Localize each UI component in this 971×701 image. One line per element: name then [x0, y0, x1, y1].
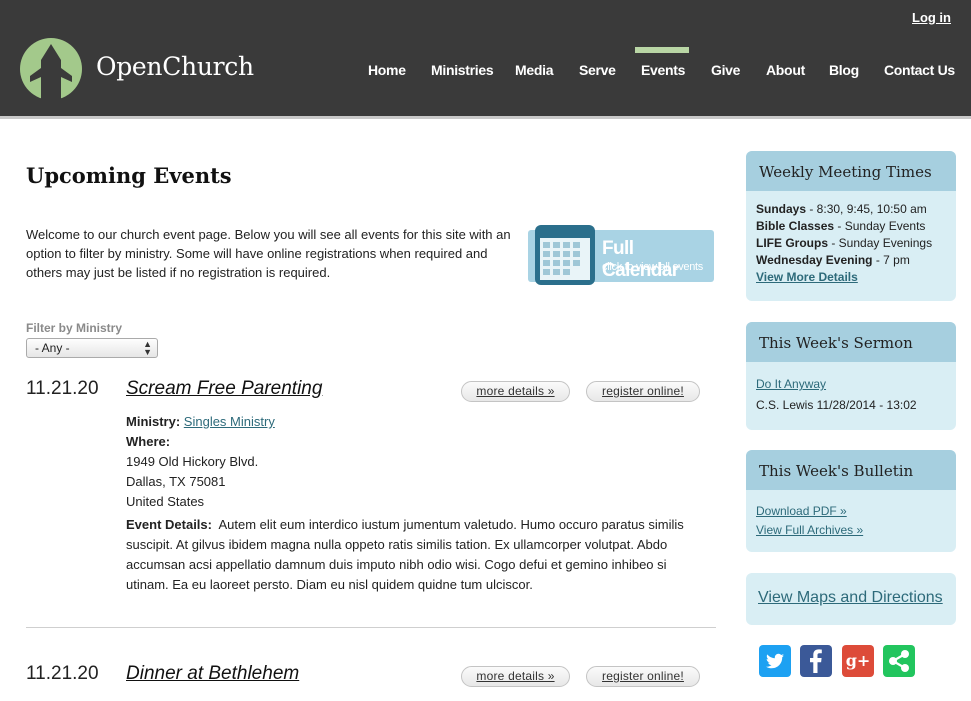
- full-calendar-title: Full Calendar: [602, 238, 679, 281]
- meeting-row: Wednesday Evening - 7 pm: [756, 253, 910, 267]
- ministry-filter-select[interactable]: - Any - ▲ ▼: [26, 338, 158, 358]
- select-arrows-icon: ▲ ▼: [143, 339, 152, 357]
- register-online-button[interactable]: register online!: [586, 381, 700, 402]
- nav-events[interactable]: Events: [641, 62, 685, 78]
- nav-about[interactable]: About: [766, 62, 805, 78]
- header-divider: [0, 116, 971, 119]
- ministry-label: Ministry:: [126, 414, 181, 429]
- share-icon[interactable]: [883, 645, 915, 677]
- page-title: Upcoming Events: [26, 163, 232, 188]
- address-line: Dallas, TX 75081: [126, 474, 226, 489]
- facebook-icon[interactable]: [800, 645, 832, 677]
- sermon-meta: C.S. Lewis 11/28/2014 - 13:02: [756, 398, 917, 412]
- filter-selected-value: - Any -: [35, 341, 70, 355]
- event-divider: [26, 627, 716, 628]
- event-ministry: Ministry: Singles Ministry: [126, 414, 275, 429]
- meeting-row: LIFE Groups - Sunday Evenings: [756, 236, 933, 250]
- google-plus-icon[interactable]: g+: [842, 645, 874, 677]
- more-details-button[interactable]: more details »: [461, 381, 570, 402]
- full-calendar-subtitle: click to view all events: [602, 261, 704, 273]
- maps-box: View Maps and Directions: [746, 573, 956, 625]
- nav-blog[interactable]: Blog: [829, 62, 859, 78]
- sermon-box: This Week's Sermon Do It Anyway C.S. Lew…: [746, 322, 956, 430]
- event-title-link[interactable]: Dinner at Bethlehem: [126, 663, 299, 685]
- nav-media[interactable]: Media: [515, 62, 553, 78]
- calendar-icon: [535, 225, 595, 285]
- view-more-details-link[interactable]: View More Details: [756, 270, 858, 284]
- filter-label: Filter by Ministry: [26, 321, 123, 335]
- nav-give[interactable]: Give: [711, 62, 740, 78]
- event-date: 11.21.20: [26, 663, 99, 684]
- event-details: Event Details: Autem elit eum interdico …: [126, 515, 696, 595]
- meeting-row: Sundays - 8:30, 9:45, 10:50 am: [756, 202, 927, 216]
- intro-text: Welcome to our church event page. Below …: [26, 227, 511, 280]
- address-line: United States: [126, 494, 205, 509]
- sermon-title: This Week's Sermon: [746, 322, 956, 362]
- more-details-button[interactable]: more details »: [461, 666, 570, 687]
- event-details-label: Event Details:: [126, 517, 212, 532]
- register-online-button[interactable]: register online!: [586, 666, 700, 687]
- event-title-link[interactable]: Scream Free Parenting: [126, 378, 322, 400]
- nav-serve[interactable]: Serve: [579, 62, 616, 78]
- main-nav: Home Ministries Media Serve Events Give …: [0, 0, 971, 116]
- ministry-link[interactable]: Singles Ministry: [184, 414, 275, 429]
- maps-directions-link[interactable]: View Maps and Directions: [758, 589, 943, 607]
- twitter-icon[interactable]: [759, 645, 791, 677]
- download-pdf-link[interactable]: Download PDF »: [756, 504, 847, 518]
- bulletin-title: This Week's Bulletin: [746, 450, 956, 490]
- bulletin-box: This Week's Bulletin Download PDF » View…: [746, 450, 956, 552]
- sermon-link[interactable]: Do It Anyway: [756, 377, 826, 391]
- nav-ministries[interactable]: Ministries: [431, 62, 494, 78]
- view-archives-link[interactable]: View Full Archives »: [756, 523, 863, 537]
- full-calendar-button[interactable]: Full Calendar click to view all events: [528, 224, 714, 286]
- where-label: Where:: [126, 434, 171, 449]
- nav-active-indicator: [635, 47, 689, 53]
- nav-contact-us[interactable]: Contact Us: [884, 62, 955, 78]
- site-header: OpenChurch Log in Home Ministries Media …: [0, 0, 971, 116]
- meeting-times-box: Weekly Meeting Times Sundays - 8:30, 9:4…: [746, 151, 956, 301]
- meeting-row: Bible Classes - Sunday Events: [756, 219, 926, 233]
- event-date: 11.21.20: [26, 378, 99, 399]
- nav-home[interactable]: Home: [368, 62, 406, 78]
- meeting-times-title: Weekly Meeting Times: [746, 151, 956, 191]
- address-line: 1949 Old Hickory Blvd.: [126, 454, 259, 469]
